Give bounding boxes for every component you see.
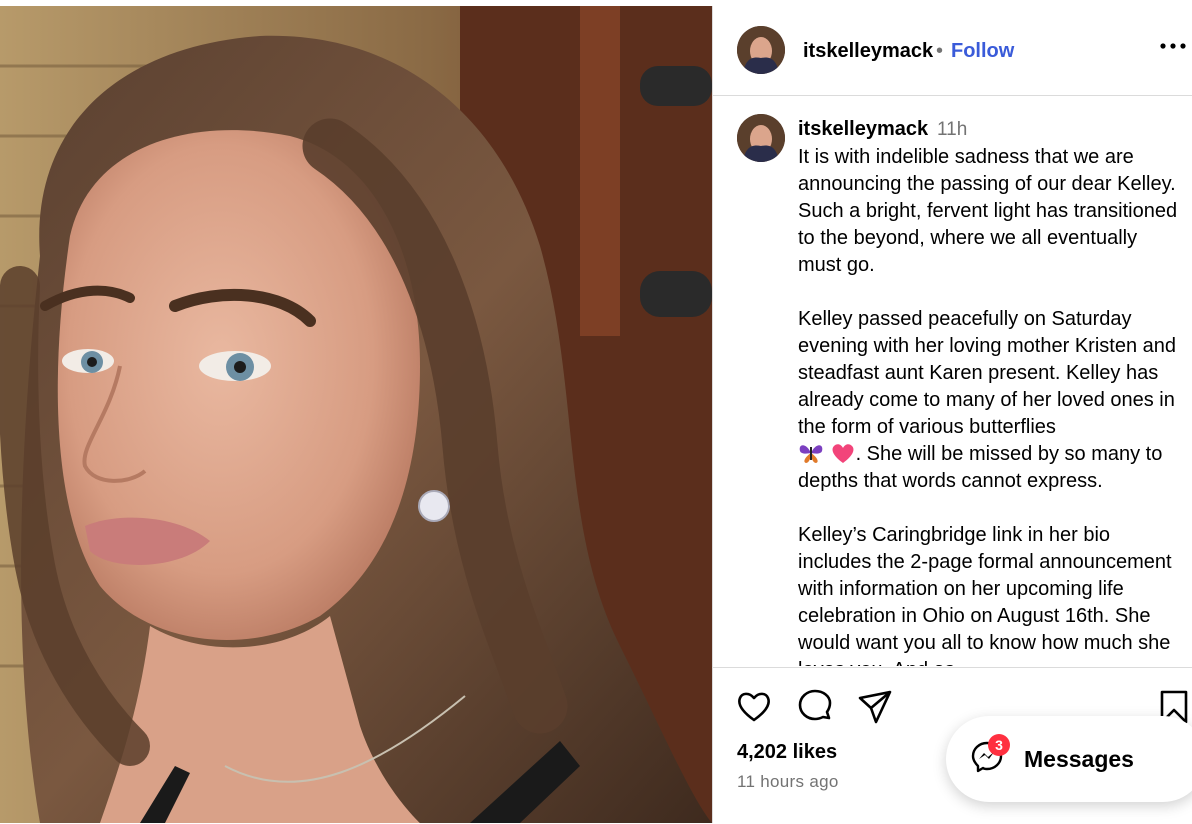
caption-timestamp[interactable]: 11h [937,119,967,141]
messages-button[interactable]: 3 Messages [946,716,1192,802]
caption-text: It is with indelible sadness that we are… [798,144,1183,666]
post-time-ago[interactable]: 11 hours ago [737,772,839,792]
caption-paragraph-1: It is with indelible sadness that we are… [798,146,1183,276]
caption-paragraph-3: Kelley’s Caringbridge link in her bio in… [798,524,1172,666]
heart-icon[interactable] [735,688,773,726]
separator-dot: • [936,40,944,62]
share-icon[interactable] [856,688,894,726]
pink-heart-emoji [830,442,856,464]
messages-badge: 3 [988,734,1010,756]
likes-count[interactable]: 4,202 likes [737,741,837,764]
more-options-icon[interactable] [1159,34,1187,54]
post-header: itskelleymack • Follow [713,6,1192,96]
caption-paragraph-2: Kelley passed peacefully on Saturday eve… [798,308,1182,438]
caption-scroll-area[interactable]: itskelleymack 11h It is with indelible s… [713,96,1192,666]
post-author-username[interactable]: itskelleymack [803,40,933,63]
caption-username[interactable]: itskelleymack [798,118,928,141]
portrait-image [0,6,712,823]
avatar[interactable] [737,114,785,162]
messages-label: Messages [1024,746,1134,772]
comment-icon[interactable] [796,688,834,726]
butterfly-emoji [798,442,824,464]
avatar[interactable] [737,26,785,74]
post-photo[interactable] [0,6,712,823]
follow-button[interactable]: Follow [951,40,1014,63]
post-side-panel: itskelleymack • Follow itskelleymack 11h… [712,6,1192,824]
